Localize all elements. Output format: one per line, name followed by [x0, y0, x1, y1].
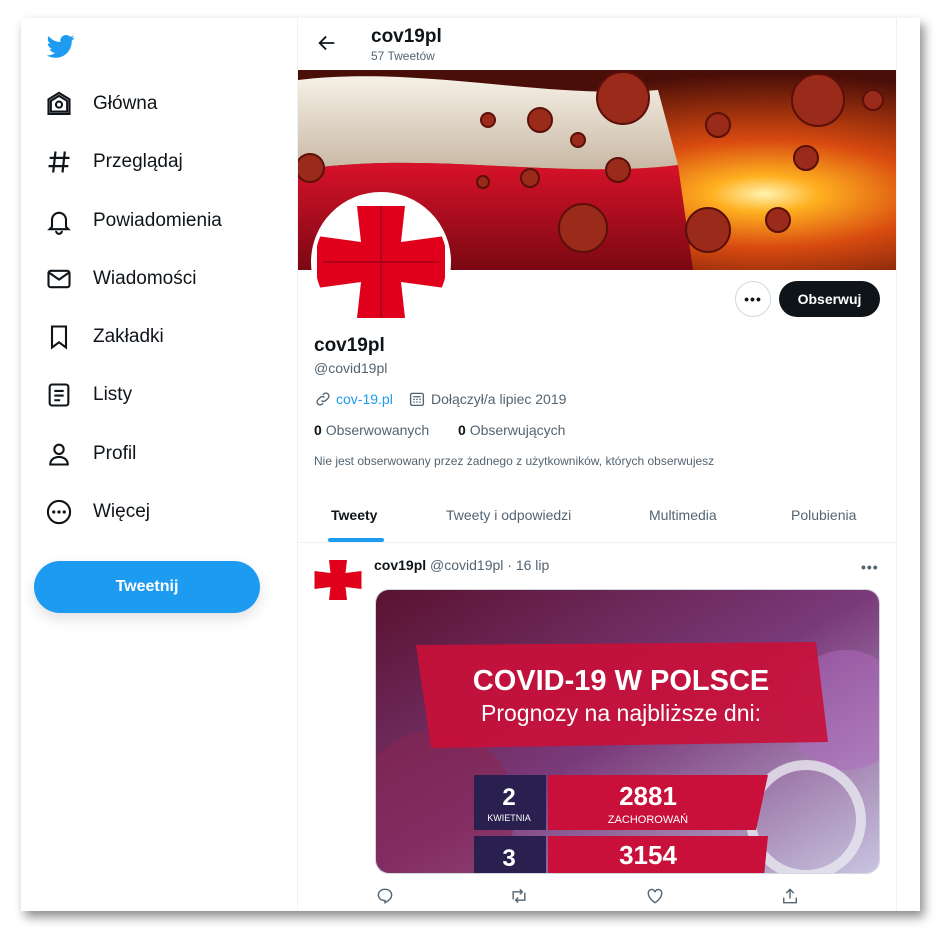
tweet-header: cov19pl @covid19pl · 16 lip [374, 557, 549, 573]
tweet-author-name[interactable]: cov19pl [374, 557, 426, 573]
twitter-logo-icon[interactable] [45, 32, 77, 60]
header-tweet-count: 57 Tweetów [371, 49, 435, 63]
browser-frame: Główna Przeglądaj Powiadomienia Wiadomoś… [21, 18, 920, 911]
followers-label: Obserwujących [469, 422, 566, 438]
profile-link[interactable]: cov-19.pl [314, 390, 393, 408]
profile-name: cov19pl [314, 335, 385, 356]
infographic-title: COVID-19 W POLSCE [473, 665, 770, 697]
sidebar-item-lists[interactable]: Listy [45, 375, 132, 415]
profile-tabs: Tweety Tweety i odpowiedzi Multimedia Po… [298, 490, 896, 543]
tweet-avatar[interactable] [314, 556, 362, 604]
row-1-label: ZACHOROWAŃ [608, 813, 688, 826]
row-2-day: 3 [502, 845, 515, 872]
tab-tweets[interactable]: Tweety [331, 507, 377, 523]
sidebar-item-explore[interactable]: Przeglądaj [45, 142, 183, 182]
sidebar-item-label: Przeglądaj [93, 151, 183, 172]
profile-link-text[interactable]: cov-19.pl [336, 391, 393, 407]
sidebar: Główna Przeglądaj Powiadomienia Wiadomoś… [21, 18, 298, 911]
sidebar-item-label: Wiadomości [93, 268, 197, 289]
mail-icon [47, 269, 71, 289]
calendar-icon [409, 392, 425, 407]
tab-media[interactable]: Multimedia [649, 507, 717, 523]
share-icon[interactable] [780, 886, 800, 906]
active-tab-indicator [328, 538, 384, 542]
tweet-media-image[interactable]: COVID-19 W POLSCE Prognozy na najbliższe… [375, 589, 880, 874]
tweet-button[interactable]: Tweetnij [34, 561, 260, 613]
header-title: cov19pl [371, 26, 442, 47]
sidebar-item-label: Zakładki [93, 326, 164, 347]
sidebar-item-label: Główna [93, 93, 158, 114]
follow-button[interactable]: Obserwuj [779, 281, 880, 317]
following-stat[interactable]: 0 Obserwowanych [314, 422, 429, 438]
back-arrow-icon[interactable] [316, 32, 338, 54]
profile-header-bar: cov19pl 57 Tweetów [298, 18, 896, 70]
sidebar-item-home[interactable]: Główna [45, 84, 157, 124]
sidebar-item-label: Listy [93, 384, 133, 405]
sidebar-item-profile[interactable]: Profil [45, 434, 136, 474]
followed-by-note: Nie jest obserwowany przez żadnego z uży… [314, 454, 715, 468]
link-icon [316, 392, 330, 406]
tab-likes[interactable]: Polubienia [791, 507, 856, 523]
bookmark-icon [50, 325, 68, 350]
sidebar-item-label: Powiadomienia [93, 210, 222, 231]
profile-joined-text: Dołączył/a lipiec 2019 [431, 391, 567, 407]
following-label: Obserwowanych [325, 422, 430, 438]
row-2-value: 3154 [619, 840, 677, 870]
home-icon [47, 91, 71, 115]
sidebar-item-label: Profil [93, 443, 137, 464]
infographic: COVID-19 W POLSCE Prognozy na najbliższe… [376, 590, 879, 873]
red-cross-logo [317, 206, 445, 318]
tab-tweets-and-replies[interactable]: Tweety i odpowiedzi [446, 507, 571, 523]
tweet-author-handle[interactable]: @covid19pl [430, 557, 503, 573]
row-1-day: 2 [502, 784, 515, 811]
sidebar-item-notifications[interactable]: Powiadomienia [45, 201, 222, 241]
profile-column: cov19pl 57 Tweetów ••• Obserwuj cov19pl … [297, 18, 897, 911]
reply-icon[interactable] [375, 886, 395, 906]
sidebar-item-bookmarks[interactable]: Zakładki [45, 317, 164, 357]
following-count: 0 [314, 422, 322, 438]
followers-stat[interactable]: 0 Obserwujących [458, 422, 565, 438]
sidebar-item-more[interactable]: Więcej [45, 492, 150, 532]
profile-more-button[interactable]: ••• [735, 281, 771, 317]
infographic-subtitle: Prognozy na najbliższe dni: [481, 700, 761, 726]
list-icon [48, 383, 70, 407]
more-circle-icon [46, 499, 72, 525]
like-icon[interactable] [645, 886, 665, 906]
sidebar-item-label: Więcej [93, 501, 151, 522]
row-1-value: 2881 [619, 781, 677, 811]
profile-avatar[interactable] [311, 192, 451, 332]
retweet-icon[interactable] [509, 886, 529, 906]
tweet-more-button[interactable]: ••• [861, 559, 879, 575]
person-icon [49, 443, 69, 466]
profile-handle: @covid19pl [314, 360, 388, 376]
followers-count: 0 [458, 422, 466, 438]
bell-icon [47, 211, 71, 235]
row-1-month: KWIETNIA [487, 813, 531, 823]
sidebar-item-messages[interactable]: Wiadomości [45, 259, 196, 299]
profile-joined: Dołączył/a lipiec 2019 [408, 390, 566, 408]
tweet-date[interactable]: · 16 lip [507, 557, 549, 573]
hashtag-icon [48, 151, 70, 173]
